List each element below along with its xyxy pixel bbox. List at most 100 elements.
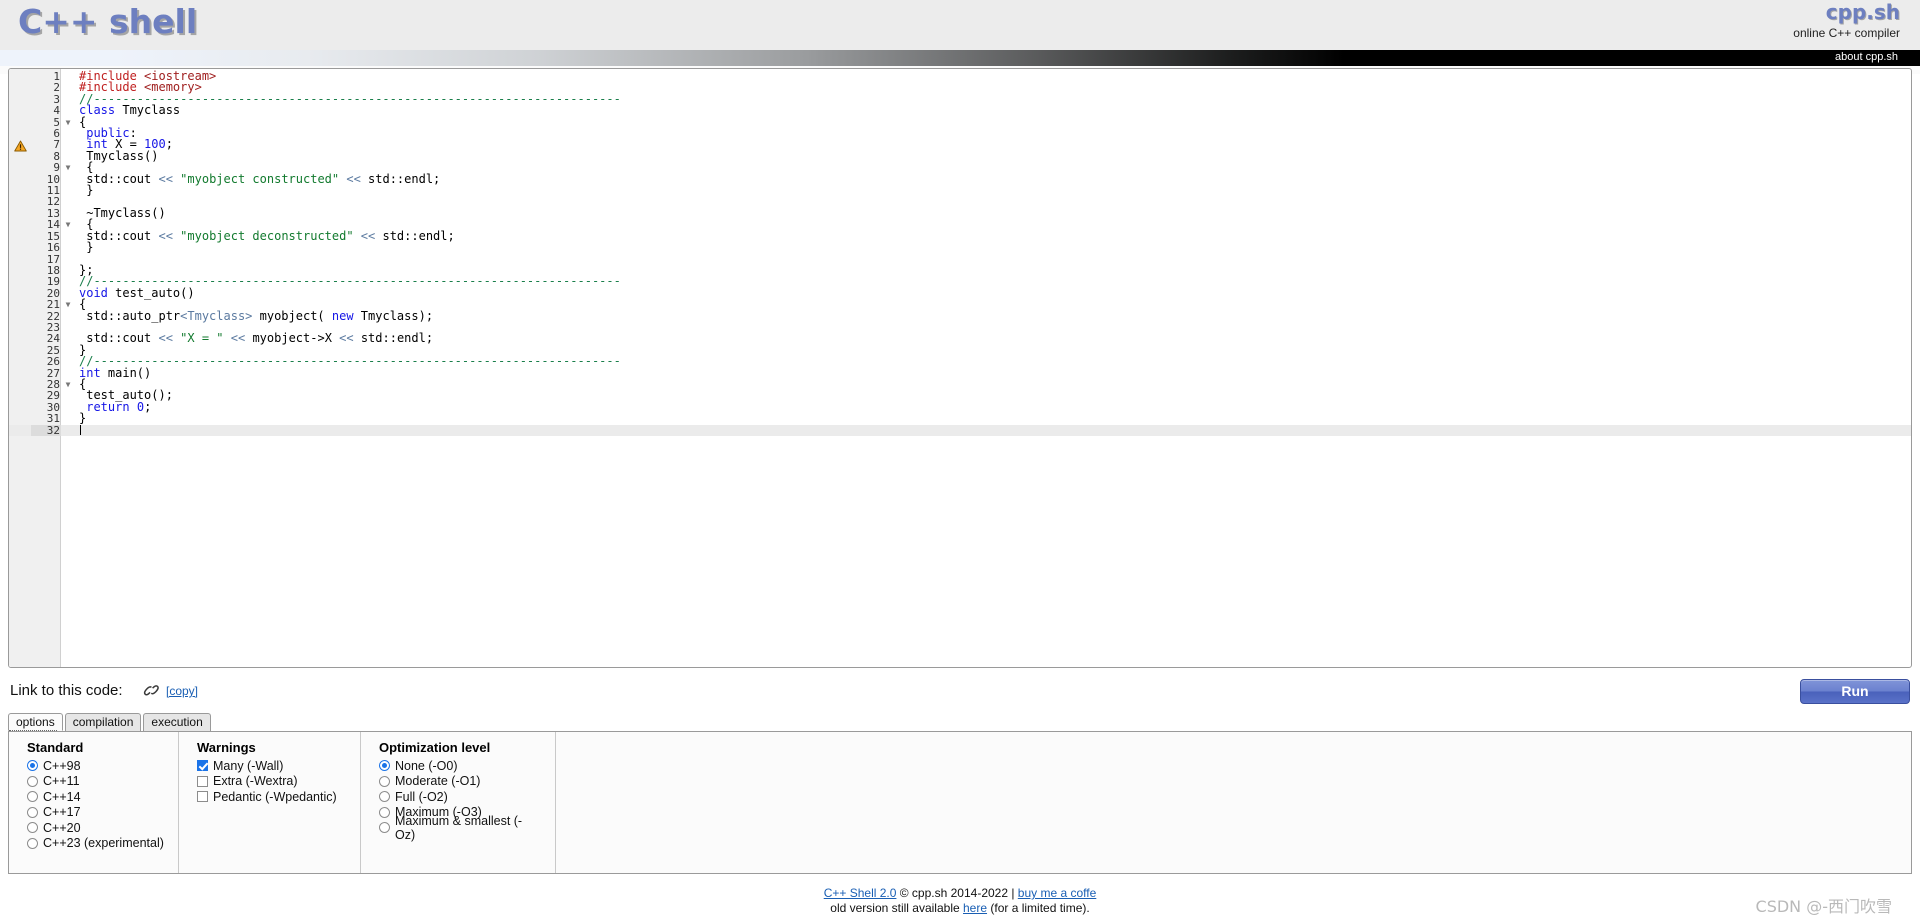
- standard-option[interactable]: C++23 (experimental): [27, 836, 164, 852]
- optimization-option[interactable]: Maximum & smallest (-Oz): [379, 814, 541, 842]
- code-lines: 1 #include <iostream> 2 #include <memory> 3/…: [9, 69, 1911, 436]
- code-text: void test_auto(): [79, 285, 195, 300]
- radio-button[interactable]: [379, 806, 390, 818]
- warning-option[interactable]: Extra (-Wextra): [197, 774, 346, 790]
- tab-compilation[interactable]: compilation: [64, 713, 142, 731]
- code-line[interactable]: 15 std::cout << "myobject deconstructed"…: [9, 228, 1911, 243]
- code-line[interactable]: 13 ~Tmyclass(): [9, 207, 1911, 219]
- code-line[interactable]: 31}: [9, 411, 1911, 426]
- fold-toggle-icon[interactable]: ▼: [61, 162, 75, 173]
- code-line[interactable]: 27 int main(): [9, 367, 1911, 379]
- code-line[interactable]: 22 std::auto_ptr<Tmyclass> myobject( new…: [9, 308, 1911, 323]
- cpp-sh-brand: cpp.sh: [1825, 0, 1900, 24]
- optimization-option[interactable]: None (-O0): [379, 758, 541, 774]
- radio-button[interactable]: [27, 791, 38, 803]
- radio-button[interactable]: [379, 791, 390, 803]
- radio-button[interactable]: [27, 775, 38, 787]
- code-line[interactable]: 20 void test_auto(): [9, 285, 1911, 300]
- option-label: Full (-O2): [395, 789, 448, 804]
- standard-option[interactable]: C++17: [27, 805, 164, 821]
- option-label: None (-O0): [395, 758, 458, 773]
- standard-option[interactable]: C++14: [27, 789, 164, 805]
- gutter-marker-empty: [9, 390, 31, 401]
- line-number: 31: [46, 412, 60, 426]
- code-line[interactable]: 29 test_auto();: [9, 389, 1911, 401]
- code-line[interactable]: 30 return 0;: [9, 401, 1911, 413]
- buy-me-a-coffee-link[interactable]: buy me a coffe: [1018, 886, 1097, 900]
- chain-link-svg: [143, 685, 159, 696]
- gutter-marker-empty: [9, 333, 31, 344]
- code-line[interactable]: 24 std::cout << "X = " << myobject->X <<…: [9, 332, 1911, 344]
- standard-option[interactable]: C++98: [27, 758, 164, 774]
- radio-button[interactable]: [27, 822, 38, 834]
- code-line[interactable]: 17: [9, 253, 1911, 265]
- radio-button[interactable]: [379, 775, 390, 787]
- tab-options[interactable]: options: [8, 713, 63, 731]
- radio-button[interactable]: [27, 837, 38, 849]
- radio-button[interactable]: [27, 760, 38, 772]
- standard-option[interactable]: C++11: [27, 774, 164, 790]
- standard-option[interactable]: C++20: [27, 820, 164, 836]
- link-to-code-row: Link to this code: [copy] Run: [8, 679, 1912, 706]
- optimization-column: Optimization level None (-O0) Moderate (-…: [361, 732, 556, 873]
- fold-toggle-icon[interactable]: ▼: [61, 219, 75, 230]
- checkbox[interactable]: [197, 791, 208, 803]
- gutter-marker-empty: [9, 413, 31, 424]
- fold-toggle-icon[interactable]: ▼: [61, 299, 75, 310]
- optimization-option[interactable]: Moderate (-O1): [379, 774, 541, 790]
- code-line[interactable]: 11 }: [9, 183, 1911, 198]
- optimization-items: None (-O0) Moderate (-O1) Full (-O2) Maximu…: [379, 758, 541, 842]
- cpp-shell-version-link[interactable]: C++ Shell 2.0: [824, 886, 897, 900]
- gutter-marker-empty: [9, 196, 31, 207]
- code-line[interactable]: 3//-------------------------------------…: [9, 93, 1911, 105]
- old-version-link[interactable]: here: [963, 901, 987, 915]
- line-number: 21: [46, 298, 60, 312]
- code-text: }: [79, 411, 87, 426]
- line-number: 4: [53, 104, 60, 118]
- checkbox[interactable]: [197, 760, 208, 772]
- checkbox[interactable]: [197, 775, 208, 787]
- code-line[interactable]: 10 std::cout << "myobject constructed" <…: [9, 173, 1911, 185]
- code-line[interactable]: 19 //------------------------------------…: [9, 275, 1911, 287]
- code-line[interactable]: 16 }: [9, 241, 1911, 253]
- fold-toggle-icon[interactable]: ▼: [61, 117, 75, 128]
- fold-toggle-icon[interactable]: ▼: [61, 379, 75, 390]
- code-line[interactable]: 26 //------------------------------------…: [9, 355, 1911, 367]
- code-line[interactable]: 32: [9, 424, 1911, 436]
- code-line[interactable]: 8 Tmyclass(): [9, 150, 1911, 162]
- tab-execution[interactable]: execution: [143, 713, 211, 731]
- warning-option[interactable]: Many (-Wall): [197, 758, 346, 774]
- chain-link-icon[interactable]: [143, 683, 160, 703]
- option-label: Pedantic (-Wpedantic): [213, 789, 337, 804]
- code-text: std::auto_ptr<Tmyclass> myobject( new Tm…: [79, 308, 434, 323]
- old-version-suffix: (for a limited time).: [987, 901, 1090, 915]
- optimization-option[interactable]: Full (-O2): [379, 789, 541, 805]
- code-line[interactable]: 5 ▼{: [9, 116, 1911, 128]
- warning-option[interactable]: Pedantic (-Wpedantic): [197, 789, 346, 805]
- code-line[interactable]: 28 ▼{: [9, 378, 1911, 390]
- line-number: 14: [46, 218, 60, 232]
- code-text: std::cout << "myobject deconstructed" <<…: [79, 228, 455, 243]
- radio-button[interactable]: [379, 822, 390, 834]
- copy-link-button[interactable]: [copy]: [166, 684, 198, 698]
- code-line[interactable]: 6 public:: [9, 127, 1911, 139]
- code-text: }: [79, 183, 94, 198]
- code-editor[interactable]: 1 #include <iostream> 2 #include <memory> 3/…: [8, 68, 1912, 668]
- run-button[interactable]: Run: [1800, 679, 1910, 704]
- code-line[interactable]: 1 #include <iostream>: [9, 70, 1911, 82]
- code-line[interactable]: 7 int X = 100;: [9, 138, 1911, 152]
- about-link[interactable]: about cpp.sh: [1835, 51, 1898, 63]
- radio-button[interactable]: [379, 760, 390, 772]
- code-line[interactable]: 12: [9, 196, 1911, 208]
- gutter-marker-empty: [9, 254, 31, 265]
- code-line[interactable]: 4 class Tmyclass: [9, 104, 1911, 118]
- radio-button[interactable]: [27, 806, 38, 818]
